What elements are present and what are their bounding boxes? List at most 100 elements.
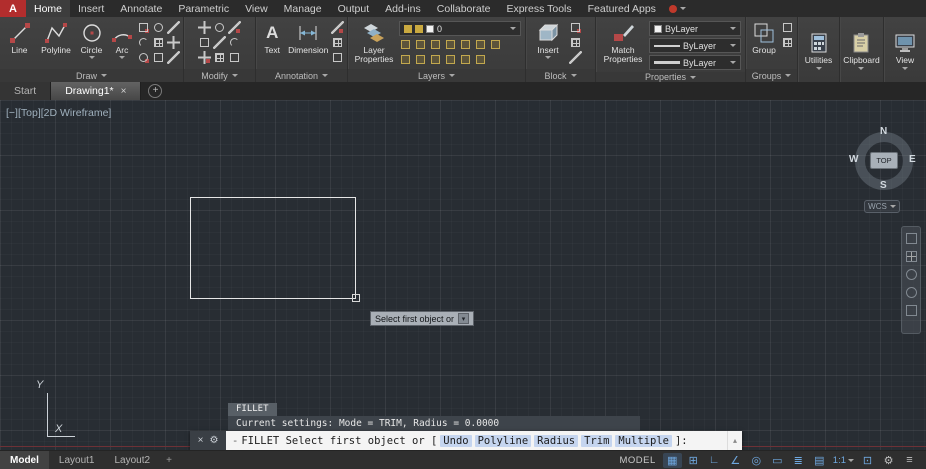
- transparency-icon[interactable]: ≣: [789, 453, 808, 468]
- linetype-select[interactable]: ByLayer: [649, 55, 741, 70]
- close-icon[interactable]: ×: [121, 86, 127, 97]
- table-tool-icon[interactable]: [331, 36, 344, 49]
- text-style-tool-icon[interactable]: [331, 51, 344, 64]
- pan-icon[interactable]: [905, 251, 917, 262]
- lineweight-icon[interactable]: ▭: [768, 453, 787, 468]
- fullnav-wheel-icon[interactable]: [905, 233, 917, 244]
- tab-annotate[interactable]: Annotate: [112, 0, 170, 17]
- command-option-trim[interactable]: Trim: [581, 434, 613, 447]
- app-logo[interactable]: A: [0, 0, 26, 17]
- tab-express-tools[interactable]: Express Tools: [498, 0, 579, 17]
- groups-panel-label[interactable]: Groups: [746, 69, 797, 82]
- ribbon-extra-button[interactable]: [664, 0, 692, 17]
- settings-gear-icon[interactable]: ⚙: [879, 453, 898, 468]
- ungroup-tool-icon[interactable]: [781, 21, 794, 34]
- erase-tool-icon[interactable]: [198, 51, 211, 64]
- dimension-button[interactable]: Dimension: [287, 19, 329, 55]
- group-button[interactable]: Group: [749, 19, 779, 55]
- annotation-panel-label[interactable]: Annotation: [256, 69, 347, 82]
- model-space-label[interactable]: MODEL: [619, 455, 655, 466]
- layer-tool-icon[interactable]: [429, 53, 442, 66]
- tab-home[interactable]: Home: [26, 0, 71, 17]
- orbit-icon[interactable]: [905, 287, 917, 298]
- grid-icon[interactable]: ▦: [662, 452, 682, 468]
- region-tool-icon[interactable]: [152, 51, 165, 64]
- showmotion-icon[interactable]: [905, 305, 917, 316]
- rectangle-tool-icon[interactable]: [137, 21, 150, 34]
- compass-east[interactable]: E: [909, 154, 916, 165]
- wcs-menu[interactable]: WCS: [864, 200, 900, 213]
- compass-south[interactable]: S: [880, 180, 887, 191]
- tab-featured-apps[interactable]: Featured Apps: [580, 0, 664, 17]
- annotation-scale[interactable]: 1:1: [833, 455, 854, 466]
- layer-select[interactable]: 0: [399, 21, 521, 36]
- tab-output[interactable]: Output: [330, 0, 378, 17]
- command-option-undo[interactable]: Undo: [440, 434, 472, 447]
- circle-button[interactable]: Circle: [76, 19, 107, 60]
- block-editor-tool-icon[interactable]: [569, 51, 582, 64]
- match-properties-button[interactable]: Match Properties: [599, 19, 647, 65]
- command-option-polyline[interactable]: Polyline: [474, 434, 532, 447]
- viewport-controls[interactable]: [−][Top][2D Wireframe]: [6, 107, 111, 119]
- isolate-objects-icon[interactable]: ⊡: [858, 453, 877, 468]
- tab-model[interactable]: Model: [0, 451, 49, 469]
- tab-layout2[interactable]: Layout2: [104, 451, 160, 469]
- layers-panel-label[interactable]: Layers: [348, 69, 525, 82]
- utilities-button[interactable]: Utilities: [805, 29, 832, 70]
- trim-tool-icon[interactable]: [228, 21, 241, 34]
- layer-tool-icon[interactable]: [474, 38, 487, 51]
- hatch-tool-icon[interactable]: [152, 36, 165, 49]
- construction-line-tool-icon[interactable]: [167, 21, 180, 34]
- clipboard-button[interactable]: Clipboard: [843, 29, 880, 70]
- zoom-icon[interactable]: [905, 269, 917, 280]
- tab-collaborate[interactable]: Collaborate: [429, 0, 499, 17]
- view-button[interactable]: View: [893, 29, 917, 70]
- offset-tool-icon[interactable]: [228, 51, 241, 64]
- draw-panel-label[interactable]: Draw: [0, 69, 183, 82]
- tab-addins[interactable]: Add-ins: [377, 0, 429, 17]
- block-panel-label[interactable]: Block: [526, 69, 595, 82]
- snap-icon[interactable]: ⊞: [684, 453, 703, 468]
- move-tool-icon[interactable]: [198, 21, 211, 34]
- layer-tool-icon[interactable]: [429, 38, 442, 51]
- polar-tracking-icon[interactable]: ∠: [726, 453, 745, 468]
- layer-tool-icon[interactable]: [444, 53, 457, 66]
- layer-tool-icon[interactable]: [414, 53, 427, 66]
- new-layout-button[interactable]: +: [160, 455, 178, 466]
- file-tab-drawing1[interactable]: Drawing1* ×: [51, 82, 142, 100]
- copy-tool-icon[interactable]: [198, 36, 211, 49]
- drawn-rectangle[interactable]: [190, 197, 356, 299]
- command-input[interactable]: - FILLET Select first object or [ Undo P…: [226, 431, 727, 450]
- command-history-expand[interactable]: ▴: [727, 431, 742, 450]
- insert-button[interactable]: Insert: [529, 19, 567, 60]
- customization-menu-icon[interactable]: ≡: [900, 453, 919, 468]
- command-option-radius[interactable]: Radius: [534, 434, 579, 447]
- ellipse-tool-icon[interactable]: [152, 21, 165, 34]
- rotate-tool-icon[interactable]: [213, 21, 226, 34]
- customize-icon[interactable]: ⚙: [209, 435, 218, 446]
- array-tool-icon[interactable]: [213, 51, 226, 64]
- properties-panel-label[interactable]: Properties: [596, 72, 745, 82]
- drawing-canvas[interactable]: [−][Top][2D Wireframe] Select first obje…: [0, 100, 926, 450]
- text-button[interactable]: A Text: [259, 19, 285, 55]
- modify-panel-label[interactable]: Modify: [184, 69, 255, 82]
- new-drawing-button[interactable]: +: [148, 84, 163, 98]
- create-block-tool-icon[interactable]: [569, 21, 582, 34]
- group-edit-tool-icon[interactable]: [781, 36, 794, 49]
- mirror-tool-icon[interactable]: [213, 36, 226, 49]
- ray-tool-icon[interactable]: [167, 51, 180, 64]
- lineweight-select[interactable]: ByLayer: [649, 38, 741, 53]
- selection-cycling-icon[interactable]: ▤: [810, 453, 829, 468]
- arc-button[interactable]: Arc: [109, 19, 135, 60]
- file-tab-start[interactable]: Start: [0, 82, 52, 100]
- fillet-tool-icon[interactable]: [228, 36, 241, 49]
- tab-manage[interactable]: Manage: [276, 0, 330, 17]
- layer-tool-icon[interactable]: [444, 38, 457, 51]
- layer-tool-icon[interactable]: [474, 53, 487, 66]
- line-button[interactable]: Line: [3, 19, 36, 55]
- tab-parametric[interactable]: Parametric: [170, 0, 237, 17]
- point-tool-icon[interactable]: [167, 36, 180, 49]
- layer-tool-icon[interactable]: [459, 38, 472, 51]
- layer-tool-icon[interactable]: [414, 38, 427, 51]
- polyline-button[interactable]: Polyline: [38, 19, 74, 55]
